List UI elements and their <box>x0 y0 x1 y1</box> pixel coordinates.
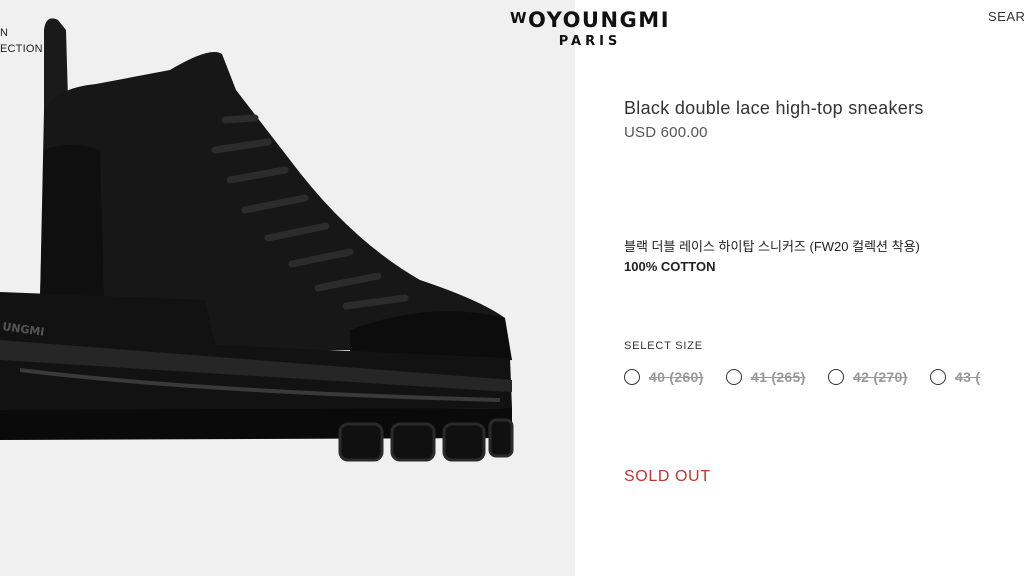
logo-subtitle: PARIS <box>558 34 622 49</box>
select-size-label: SELECT SIZE <box>624 340 703 352</box>
product-description-ko: 블랙 더블 레이스 하이탑 스니커즈 (FW20 컬렉션 착용) <box>624 239 920 254</box>
sold-out-status: SOLD OUT <box>624 468 711 485</box>
size-option-label: 40 (260) <box>649 369 704 385</box>
brand-logo[interactable]: WOYOUNGMI PARIS <box>490 8 690 49</box>
nav-item-2[interactable]: ECTION <box>0 41 43 57</box>
product-image-panel: UNGMI <box>0 0 575 576</box>
size-option-label: 43 ( <box>955 369 981 385</box>
logo-wordmark: WOYOUNGMI <box>490 8 690 32</box>
size-option-43[interactable]: 43 ( <box>930 369 980 385</box>
size-radio[interactable] <box>624 369 640 385</box>
size-options: 40 (260) 41 (265) 42 (270) 43 ( <box>624 369 1024 391</box>
size-option-40[interactable]: 40 (260) <box>624 369 704 385</box>
product-image: UNGMI <box>0 18 514 462</box>
size-option-42[interactable]: 42 (270) <box>828 369 908 385</box>
size-option-label: 42 (270) <box>853 369 908 385</box>
product-name: Black double lace high-top sneakers <box>624 98 924 118</box>
size-option-41[interactable]: 41 (265) <box>726 369 806 385</box>
nav-item-1[interactable]: N <box>0 25 43 41</box>
size-radio[interactable] <box>930 369 946 385</box>
product-info: Black double lace high-top sneakers USD … <box>624 98 1019 141</box>
logo-rest: OYOUNGMI <box>528 8 671 32</box>
heel-counter <box>40 145 104 300</box>
size-radio[interactable] <box>726 369 742 385</box>
logo-prefix: W <box>509 9 529 27</box>
product-material: 100% COTTON <box>624 259 716 274</box>
side-nav: N ECTION <box>0 25 43 57</box>
search-link[interactable]: SEAR <box>988 9 1024 24</box>
product-price: USD 600.00 <box>624 124 708 141</box>
size-option-label: 41 (265) <box>751 369 806 385</box>
size-radio[interactable] <box>828 369 844 385</box>
